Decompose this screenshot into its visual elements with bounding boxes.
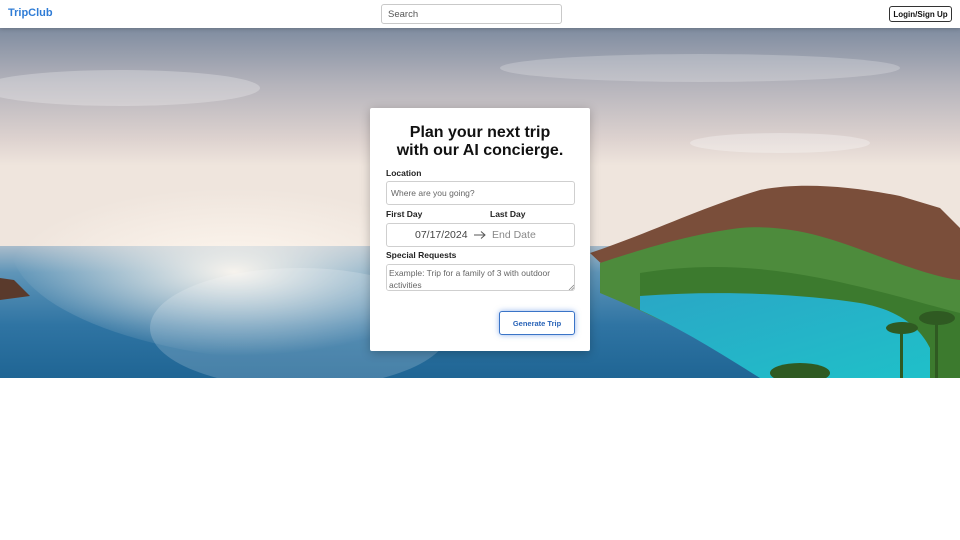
search-input[interactable]: [381, 4, 562, 24]
location-input[interactable]: [386, 181, 575, 205]
location-label: Location: [386, 168, 422, 178]
top-nav-bar: TripClub Login/Sign Up: [0, 0, 960, 28]
last-day-label: Last Day: [490, 209, 526, 219]
trip-planner-card: Plan your next trip with our AI concierg…: [370, 108, 590, 351]
login-signup-button[interactable]: Login/Sign Up: [889, 6, 952, 22]
planner-heading-line-2: with our AI concierge.: [396, 142, 564, 159]
generate-trip-button[interactable]: Generate Trip: [499, 311, 575, 335]
planner-heading-line-1: Plan your next trip: [409, 124, 551, 141]
planner-heading: Plan your next trip with our AI concierg…: [370, 124, 590, 160]
end-date-field[interactable]: End Date: [492, 229, 536, 241]
special-requests-wrapper: [386, 264, 575, 291]
special-requests-label: Special Requests: [386, 250, 457, 260]
first-day-label: First Day: [386, 209, 423, 219]
tripclub-logo[interactable]: TripClub: [8, 7, 53, 19]
start-date-field[interactable]: 07/17/2024: [415, 229, 468, 241]
date-range-picker[interactable]: 07/17/2024 End Date: [386, 223, 575, 247]
resize-handle-icon[interactable]: [568, 284, 574, 290]
arrow-right-icon: [474, 231, 486, 239]
special-requests-input[interactable]: [386, 264, 575, 291]
